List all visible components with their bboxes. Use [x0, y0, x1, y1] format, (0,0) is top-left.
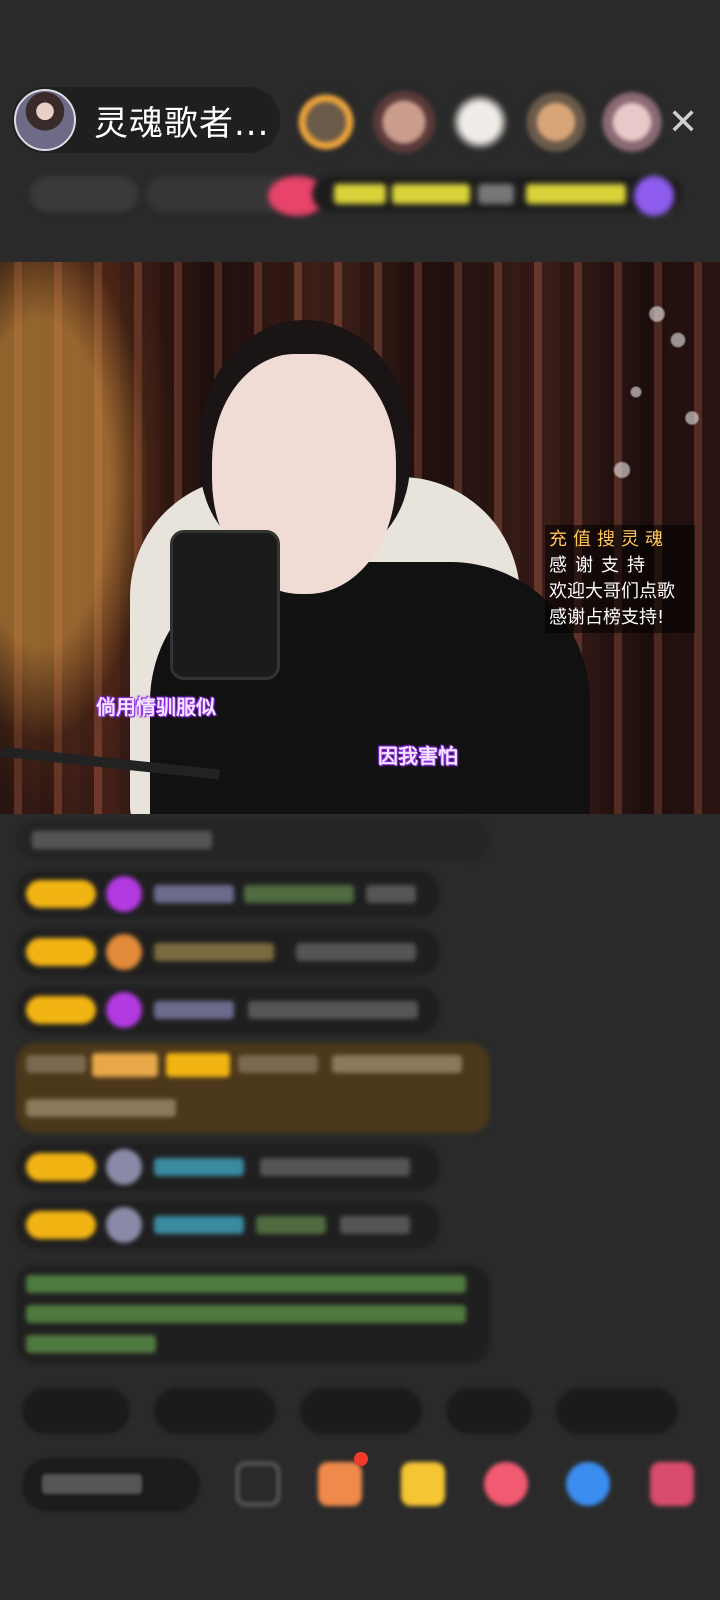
stat-chip[interactable] — [30, 176, 138, 212]
system-message — [16, 1265, 490, 1363]
streamer-notice: 充值搜灵魂 感谢支持 欢迎大哥们点歌 感谢占榜支持! — [545, 525, 695, 633]
room-stats-row — [20, 172, 690, 216]
fan-badge — [26, 1211, 96, 1239]
microphone — [170, 530, 280, 680]
chat-message[interactable] — [16, 1143, 440, 1191]
emoji-icon[interactable] — [236, 1462, 280, 1506]
shop-icon[interactable] — [318, 1462, 362, 1506]
quick-reply-chip[interactable] — [556, 1388, 678, 1434]
fan-badge — [26, 938, 96, 966]
chat-message-highlight[interactable] — [16, 1043, 490, 1133]
notice-line: 欢迎大哥们点歌 — [549, 581, 675, 602]
lyric-line: 倘用情驯服似 — [96, 695, 216, 719]
quick-reply-chip[interactable] — [22, 1388, 130, 1434]
notice-line: 感谢占榜支持! — [549, 607, 665, 628]
chat-input[interactable] — [22, 1458, 200, 1512]
fan-badge — [26, 996, 96, 1024]
chat-message[interactable] — [16, 820, 490, 860]
host-name: 灵魂歌者... — [94, 103, 270, 144]
rank-banner[interactable] — [312, 176, 682, 212]
fan-badge — [26, 1153, 96, 1181]
gift-icon — [106, 934, 142, 970]
live-video[interactable]: 充值搜灵魂 感谢支持 欢迎大哥们点歌 感谢占榜支持! — [0, 262, 720, 814]
host-avatar[interactable] — [14, 89, 76, 151]
gift-icon — [106, 876, 142, 912]
viewer-avatar[interactable] — [600, 87, 664, 157]
gift-icon — [106, 992, 142, 1028]
top-viewers-list — [292, 86, 664, 158]
rank-icon[interactable] — [634, 176, 674, 216]
chat-message[interactable] — [16, 986, 440, 1034]
gift-box-icon[interactable] — [401, 1462, 445, 1506]
light-decoration — [580, 262, 720, 522]
chat-message[interactable] — [16, 1201, 440, 1249]
lyric-line: 因我害怕 — [378, 744, 458, 768]
notification-dot — [354, 1452, 368, 1466]
user-avatar — [106, 1149, 142, 1185]
host-info-pill[interactable]: 灵魂歌者... — [12, 87, 280, 153]
close-icon[interactable]: ✕ — [668, 102, 698, 143]
fan-badge — [26, 880, 96, 908]
share-icon[interactable] — [566, 1462, 610, 1506]
like-icon[interactable] — [484, 1462, 528, 1506]
user-avatar — [106, 1207, 142, 1243]
viewer-avatar[interactable] — [448, 87, 512, 157]
quick-reply-chip[interactable] — [154, 1388, 276, 1434]
notice-line: 充值搜灵魂 — [549, 529, 669, 550]
quick-reply-chip[interactable] — [300, 1388, 422, 1434]
viewer-avatar[interactable] — [372, 87, 436, 157]
chat-message[interactable] — [16, 928, 440, 976]
chat-message[interactable] — [16, 870, 440, 918]
viewer-avatar[interactable] — [524, 87, 588, 157]
quick-reply-chip[interactable] — [446, 1388, 532, 1434]
gift-icon[interactable] — [650, 1462, 694, 1506]
notice-line: 感谢支持 — [549, 555, 653, 576]
quick-reply-row — [22, 1388, 678, 1434]
viewer-avatar[interactable] — [292, 86, 360, 158]
